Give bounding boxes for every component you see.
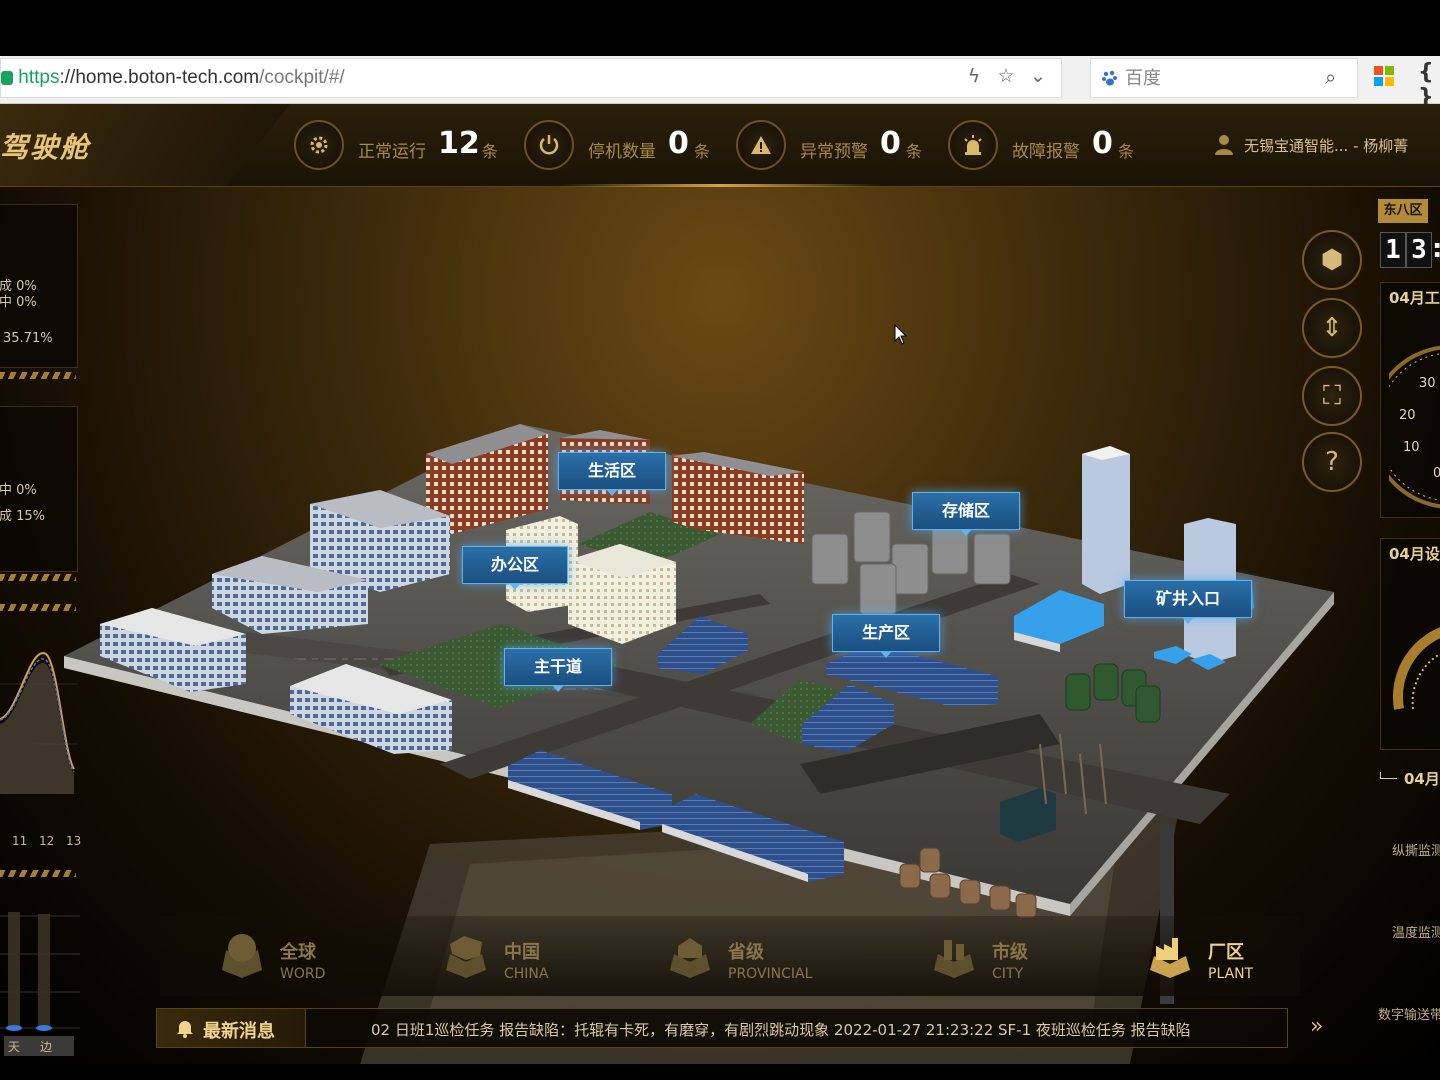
help-button[interactable]: ?: [1302, 432, 1362, 492]
government-building-icon: [670, 938, 710, 978]
nav-label: 省级: [728, 942, 764, 963]
devtools-braces-icon[interactable]: { }: [1418, 60, 1440, 110]
baidu-paw-icon: [1102, 70, 1117, 86]
fit-view-button[interactable]: ⛶: [1302, 366, 1362, 426]
news-label: 最新消息: [157, 1009, 306, 1047]
browser-toolbar: https://home.boton-tech.com/cockpit/#/ ϟ…: [0, 56, 1440, 104]
nav-provincial[interactable]: 省级 PROVINCIAL: [666, 916, 846, 996]
news-message[interactable]: 02 日班1巡检任务 报告缺陷：托辊有卡死，有磨穿，有剧烈跳动现象 2022-0…: [371, 1019, 1231, 1040]
panel-title: 04月设: [1389, 545, 1440, 563]
zone-office-area[interactable]: 办公区: [462, 546, 568, 590]
factory-icon: [1150, 938, 1190, 978]
legend-swatch: [1380, 772, 1397, 779]
nav-sublabel: CHINA: [504, 966, 549, 982]
nav-plant[interactable]: 厂区 PLANT: [1146, 916, 1306, 996]
nav-sublabel: WORD: [280, 966, 326, 982]
double-chevron-right-icon[interactable]: »: [1310, 1014, 1323, 1039]
3d-view-button[interactable]: ⬢: [1302, 230, 1362, 290]
gauge-dial: 30 20 10 0: [1389, 345, 1440, 509]
cube-rotate-icon: ⬢: [1320, 245, 1344, 275]
panel-title: 04月工: [1389, 289, 1440, 307]
nav-sublabel: CITY: [992, 966, 1024, 982]
nav-label: 市级: [992, 942, 1028, 963]
gauge-tick: 10: [1403, 440, 1420, 455]
cockpit-app: 驾驶舱 正常运行 12 条 停机数量 0 条 异常预警 0 条 故障报警 0 条…: [0, 104, 1440, 1064]
semi-gauge: [1392, 627, 1440, 710]
zone-storage-area[interactable]: 存储区: [912, 492, 1020, 536]
lightning-icon[interactable]: ϟ: [962, 64, 986, 88]
fit-frame-icon: ⛶: [1322, 381, 1342, 411]
clock-digit: 3: [1406, 232, 1432, 268]
secure-lock-icon: [1, 70, 13, 85]
nav-china[interactable]: 中国 CHINA: [442, 916, 602, 996]
clock-colon: :: [1432, 234, 1440, 264]
bookmark-star-icon[interactable]: ☆: [994, 64, 1018, 88]
monitor-label: 纵撕监测: [1392, 844, 1440, 859]
timezone-badge: 东八区: [1378, 199, 1428, 223]
news-title: 最新消息: [203, 1021, 275, 1042]
nav-sublabel: PLANT: [1208, 966, 1254, 982]
zone-production-area[interactable]: 生产区: [832, 614, 940, 658]
url-host: ://home.boton-tech.com: [59, 67, 260, 88]
address-bar[interactable]: https://home.boton-tech.com/cockpit/#/: [0, 58, 1062, 98]
nav-city[interactable]: 市级 CITY: [930, 916, 1090, 996]
nav-label: 厂区: [1208, 942, 1244, 963]
zone-mine-entrance[interactable]: 矿井入口: [1124, 580, 1252, 624]
search-icon[interactable]: ⌕: [1325, 59, 1336, 97]
nav-global[interactable]: 全球 WORD: [218, 916, 378, 996]
nav-label: 中国: [504, 942, 540, 963]
city-icon: [934, 940, 974, 978]
clock-digit: 1: [1380, 232, 1406, 268]
scope-navigation: 全球 WORD 中国 CHINA 省级 PROVINCIAL 市级 CITY 厂…: [160, 916, 1300, 996]
url-scheme: https: [18, 67, 60, 88]
news-ticker: 最新消息 02 日班1巡检任务 报告缺陷：托辊有卡死，有磨穿，有剧烈跳动现象 2…: [156, 1008, 1288, 1048]
nav-label: 全球: [280, 942, 316, 963]
monitor-label: 数字输送带: [1378, 1008, 1440, 1023]
search-placeholder: 百度: [1125, 68, 1161, 88]
chevron-down-icon[interactable]: ⌄: [1026, 64, 1050, 88]
url-path: /cockpit/#/: [259, 67, 345, 88]
nav-sublabel: PROVINCIAL: [728, 966, 813, 982]
monitor-label: 温度监测: [1392, 926, 1440, 941]
legend-label: 04月: [1404, 770, 1440, 788]
zone-main-road[interactable]: 主干道: [504, 648, 612, 692]
help-icon: ?: [1325, 447, 1339, 477]
search-input[interactable]: 百度 ⌕: [1090, 58, 1358, 98]
right-panel-monthly-work: 04月工 30 20 10 0: [1380, 282, 1440, 518]
right-panel-monthly-equipment: 04月设: [1380, 538, 1440, 750]
mouse-cursor-icon: [894, 324, 908, 345]
gauge-tick: 20: [1399, 408, 1416, 423]
zone-living-area[interactable]: 生活区: [558, 452, 666, 496]
layers-icon: ⇕: [1321, 313, 1343, 343]
windows-logo-icon[interactable]: [1374, 66, 1394, 86]
globe-icon: [222, 934, 262, 978]
gauge-tick: 0: [1433, 466, 1440, 481]
elevation-button[interactable]: ⇕: [1302, 298, 1362, 358]
bell-icon: [177, 1021, 193, 1038]
china-map-icon: [446, 936, 486, 978]
gauge-tick: 30: [1419, 376, 1436, 391]
